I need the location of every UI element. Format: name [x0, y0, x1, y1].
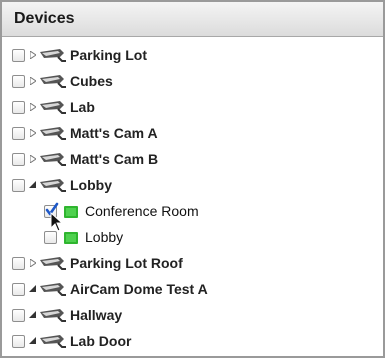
device-row-matts-cam-b[interactable]: Matt's Cam B	[2, 146, 383, 172]
device-row-parking-lot[interactable]: Parking Lot	[2, 42, 383, 68]
devices-panel: Devices Parking Lot Cubes Lab Matt's Cam…	[0, 0, 385, 358]
triangle-down-icon[interactable]	[28, 310, 38, 320]
child-row-conference-room[interactable]: Conference Room	[2, 198, 383, 232]
device-row-aircam-dome-test-a[interactable]: AirCam Dome Test A	[2, 276, 383, 302]
device-row-hallway[interactable]: Hallway	[2, 302, 383, 328]
device-label: Matt's Cam B	[70, 151, 159, 167]
camera-icon	[38, 74, 70, 88]
device-label: Cubes	[70, 73, 113, 89]
panel-title: Devices	[14, 10, 75, 27]
checkbox[interactable]	[12, 178, 25, 192]
triangle-right-icon[interactable]	[28, 154, 38, 164]
device-label: AirCam Dome Test A	[70, 281, 208, 297]
triangle-right-icon[interactable]	[28, 76, 38, 86]
child-label: Conference Room	[85, 203, 199, 219]
checkbox[interactable]	[12, 308, 25, 322]
green-status-icon	[63, 204, 79, 219]
triangle-down-icon[interactable]	[28, 180, 38, 190]
checkbox[interactable]	[12, 48, 25, 62]
camera-icon	[38, 100, 70, 114]
device-row-matts-cam-a[interactable]: Matt's Cam A	[2, 120, 383, 146]
child-row-lobby[interactable]: Lobby	[2, 224, 383, 250]
camera-icon	[38, 334, 70, 348]
camera-icon	[38, 48, 70, 62]
device-tree: Parking Lot Cubes Lab Matt's Cam A Matt'…	[2, 37, 383, 354]
camera-icon	[38, 308, 70, 322]
camera-icon	[38, 178, 70, 192]
device-row-lab[interactable]: Lab	[2, 94, 383, 120]
device-label: Lobby	[70, 177, 112, 193]
triangle-right-icon[interactable]	[28, 128, 38, 138]
device-label: Matt's Cam A	[70, 125, 158, 141]
camera-icon	[38, 152, 70, 166]
green-status-icon	[63, 230, 79, 245]
camera-icon	[38, 126, 70, 140]
device-row-cubes[interactable]: Cubes	[2, 68, 383, 94]
device-row-lab-door[interactable]: Lab Door	[2, 328, 383, 354]
triangle-down-icon[interactable]	[28, 336, 38, 346]
panel-header: Devices	[2, 2, 383, 37]
triangle-down-icon[interactable]	[28, 284, 38, 294]
checkbox[interactable]	[44, 230, 57, 244]
device-label: Parking Lot Roof	[70, 255, 183, 271]
triangle-right-icon[interactable]	[28, 50, 38, 60]
camera-icon	[38, 256, 70, 270]
device-label: Lab	[70, 99, 95, 115]
device-row-lobby[interactable]: Lobby	[2, 172, 383, 198]
checkbox[interactable]	[12, 282, 25, 296]
triangle-right-icon[interactable]	[28, 102, 38, 112]
device-label: Parking Lot	[70, 47, 148, 63]
triangle-right-icon[interactable]	[28, 258, 38, 268]
checkbox[interactable]	[12, 126, 25, 140]
checkbox[interactable]	[12, 74, 25, 88]
child-label: Lobby	[85, 229, 124, 245]
camera-icon	[38, 282, 70, 296]
checkbox[interactable]	[12, 100, 25, 114]
device-label: Hallway	[70, 307, 123, 323]
checkbox[interactable]	[12, 334, 25, 348]
checkbox[interactable]	[12, 152, 25, 166]
checkbox[interactable]	[12, 256, 25, 270]
device-label: Lab Door	[70, 333, 132, 349]
device-row-parking-lot-roof[interactable]: Parking Lot Roof	[2, 250, 383, 276]
